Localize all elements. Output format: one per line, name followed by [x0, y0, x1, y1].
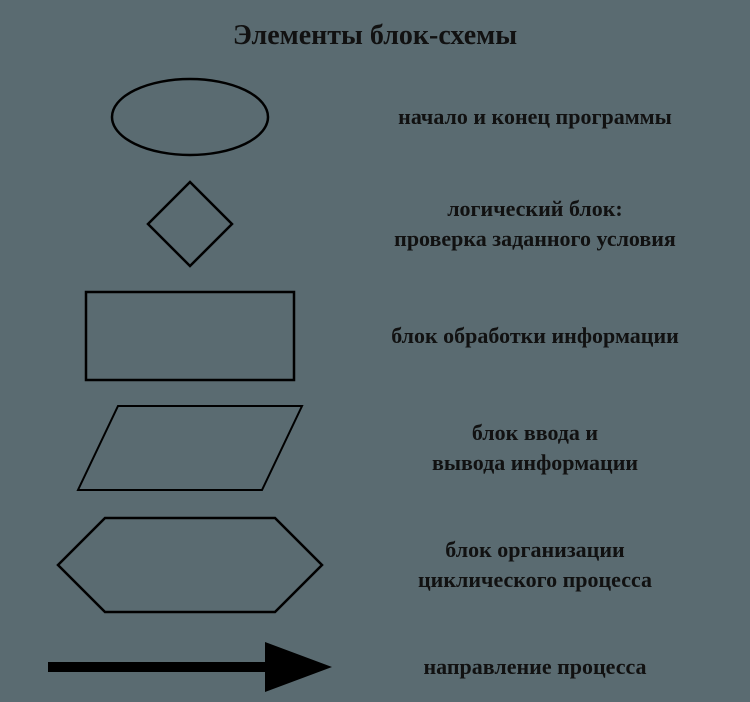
label-io: блок ввода ивывода информации [350, 418, 720, 477]
row-process: блок обработки информации [30, 286, 720, 386]
parallelogram-icon [70, 398, 310, 498]
label-arrow: направление процесса [350, 652, 720, 682]
label-decision: логический блок:проверка заданного услов… [350, 194, 720, 253]
row-decision: логический блок:проверка заданного услов… [30, 174, 720, 274]
row-io: блок ввода ивывода информации [30, 398, 720, 498]
ellipse-icon [105, 72, 275, 162]
diamond-icon [140, 174, 240, 274]
label-process: блок обработки информации [350, 321, 720, 351]
label-loop: блок организациициклического процесса [350, 535, 720, 594]
row-loop: блок организациициклического процесса [30, 510, 720, 620]
label-terminator: начало и конец программы [350, 102, 720, 132]
hexagon-icon [50, 510, 330, 620]
row-terminator: начало и конец программы [30, 72, 720, 162]
arrow-icon [40, 632, 340, 702]
rectangle-icon [80, 286, 300, 386]
diagram-title: Элементы блок-схемы [30, 20, 720, 52]
row-arrow: направление процесса [30, 632, 720, 702]
